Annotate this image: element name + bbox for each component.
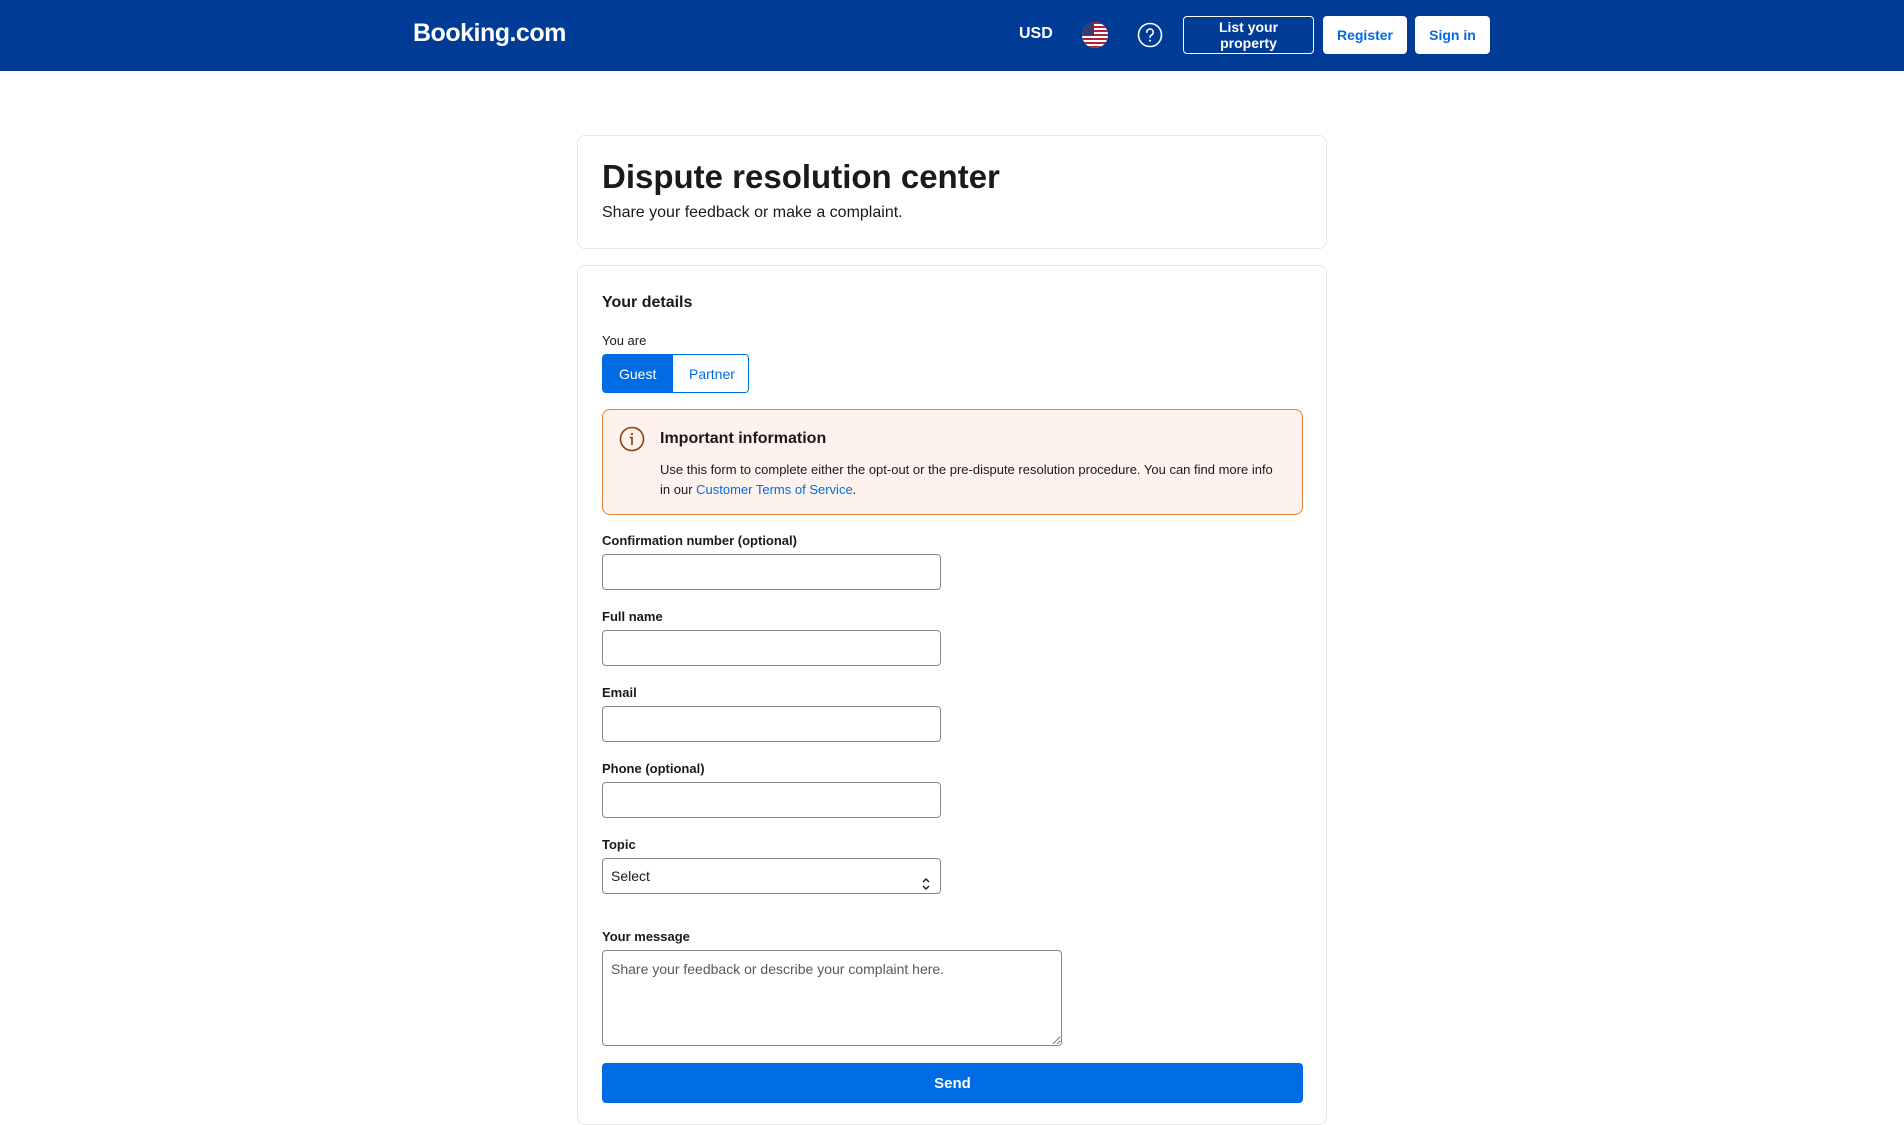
booking-logo[interactable]: Booking.com [413, 19, 566, 48]
confirmation-number-label: Confirmation number (optional) [602, 533, 797, 548]
notice-body: Use this form to complete either the opt… [660, 460, 1280, 500]
info-icon [619, 426, 645, 452]
details-form-card: Your details You are Guest Partner Impor… [577, 265, 1327, 1125]
help-icon[interactable] [1137, 22, 1163, 48]
confirmation-number-input[interactable] [602, 554, 941, 590]
email-label: Email [602, 685, 637, 700]
page-subtitle: Share your feedback or make a complaint. [602, 204, 903, 221]
notice-title: Important information [660, 430, 827, 447]
us-flag-icon[interactable] [1082, 22, 1108, 48]
phone-input[interactable] [602, 782, 941, 818]
role-toggle: Guest Partner [602, 354, 749, 393]
topic-select-value: Select [611, 868, 650, 884]
sign-in-button[interactable]: Sign in [1415, 16, 1490, 54]
top-navigation-bar: Booking.com USD List your property Regis… [0, 0, 1904, 71]
you-are-label: You are [602, 333, 647, 348]
message-textarea[interactable] [602, 950, 1062, 1046]
section-title: Your details [602, 294, 693, 311]
send-button[interactable]: Send [602, 1063, 1303, 1103]
email-input[interactable] [602, 706, 941, 742]
full-name-input[interactable] [602, 630, 941, 666]
partner-toggle-button[interactable]: Partner [672, 355, 748, 392]
intro-card: Dispute resolution center Share your fee… [577, 135, 1327, 249]
full-name-label: Full name [602, 609, 663, 624]
message-label: Your message [602, 929, 690, 944]
select-chevron-icon [920, 869, 932, 890]
important-information-banner: Important information Use this form to c… [602, 409, 1303, 515]
list-your-property-button[interactable]: List your property [1183, 16, 1314, 54]
customer-terms-link[interactable]: Customer Terms of Service [696, 482, 853, 497]
topic-label: Topic [602, 837, 636, 852]
currency-selector[interactable]: USD [1019, 25, 1053, 43]
register-button[interactable]: Register [1323, 16, 1407, 54]
notice-body-suffix: . [852, 482, 857, 497]
guest-toggle-button[interactable]: Guest [603, 355, 672, 392]
phone-label: Phone (optional) [602, 761, 705, 776]
page-title: Dispute resolution center [602, 158, 1000, 195]
topic-select[interactable]: Select [602, 858, 941, 894]
